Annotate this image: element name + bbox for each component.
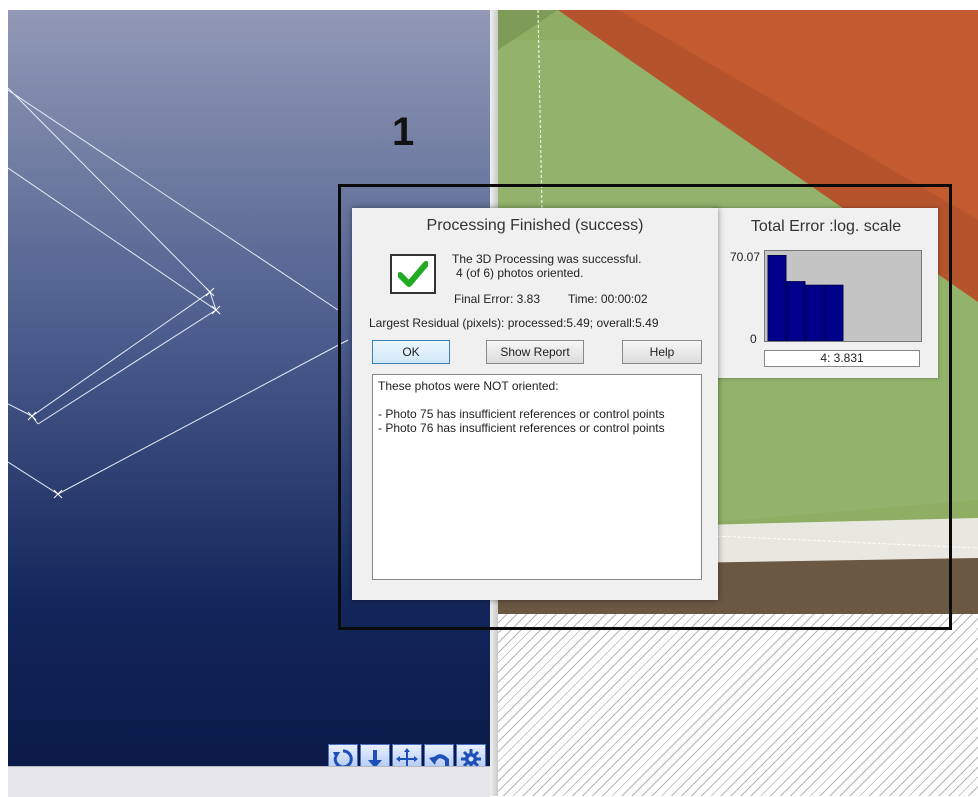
error-bar: [805, 284, 825, 342]
bar-chart-svg: [767, 255, 844, 342]
help-button[interactable]: Help: [622, 340, 702, 364]
move-down-icon[interactable]: [360, 744, 390, 766]
y-axis-max-label: 70.07: [730, 250, 761, 264]
error-bar: [824, 284, 844, 342]
total-error-panel: Total Error :log. scale 70.07 0 4: 3.831: [714, 208, 938, 378]
status-strip: [8, 766, 490, 797]
largest-residual: Largest Residual (pixels): processed:5.4…: [369, 316, 659, 330]
annotation-number: 1: [392, 110, 415, 154]
processing-finished-dialog: Processing Finished (success) The 3D Pro…: [352, 208, 718, 600]
processing-time: Time: 00:00:02: [568, 292, 648, 306]
pan-icon[interactable]: [392, 744, 422, 766]
not-oriented-message-box[interactable]: These photos were NOT oriented: - Photo …: [372, 374, 702, 580]
error-panel-title: Total Error :log. scale: [750, 218, 902, 235]
empty-area: [498, 614, 978, 796]
status-line-1: The 3D Processing was successful.: [452, 252, 642, 266]
rotate-icon[interactable]: [328, 744, 358, 766]
navigation-toolbar: [328, 744, 486, 766]
error-bar-chart: [764, 250, 922, 342]
message-header: These photos were NOT oriented:: [378, 379, 559, 393]
dialog-title: Processing Finished (success): [426, 217, 644, 234]
y-axis-min-label: 0: [750, 332, 757, 346]
error-bar: [767, 255, 787, 342]
settings-icon[interactable]: [456, 744, 486, 766]
final-error-value: Final Error: 3.83: [454, 292, 541, 306]
error-bar: [786, 281, 806, 342]
status-line-2: 4 (of 6) photos oriented.: [456, 266, 584, 280]
error-readout: 4: 3.831: [764, 350, 920, 367]
message-line: - Photo 76 has insufficient references o…: [378, 421, 665, 435]
success-check-icon: [390, 254, 436, 294]
show-report-button[interactable]: Show Report: [486, 340, 584, 364]
undo-icon[interactable]: [424, 744, 454, 766]
ok-button[interactable]: OK: [372, 340, 450, 364]
message-line: - Photo 75 has insufficient references o…: [378, 407, 665, 421]
